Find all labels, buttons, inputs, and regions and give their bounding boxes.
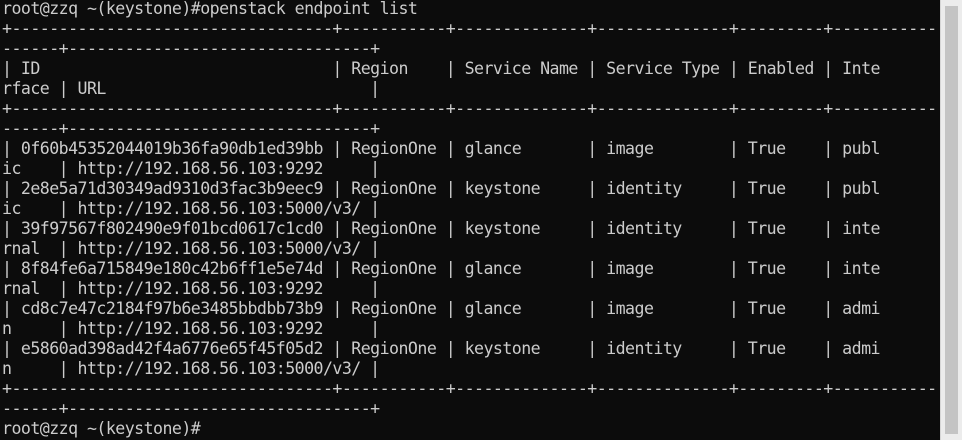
table-border: +----------------------------------+----… <box>2 379 937 398</box>
table-row: n | http://192.168.56.103:9292 | <box>2 319 380 338</box>
table-border: +----------------------------------+----… <box>2 99 937 118</box>
table-row: rnal | http://192.168.56.103:9292 | <box>2 279 380 298</box>
table-row: n | http://192.168.56.103:5000/v3/ | <box>2 359 380 378</box>
table-row: | 39f97567f802490e9f01bcd0617c1cd0 | Reg… <box>2 219 881 238</box>
scrollbar-thumb[interactable] <box>945 6 958 434</box>
command-line: root@zzq ~(keystone)#openstack endpoint … <box>2 0 418 18</box>
table-row: | e5860ad398ad42f4a6776e65f45f05d2 | Reg… <box>2 339 881 358</box>
table-border: ------+--------------------------------+ <box>2 119 380 138</box>
table-border: ------+--------------------------------+ <box>2 399 380 418</box>
table-border: ------+--------------------------------+ <box>2 39 380 58</box>
table-row: | 8f84fe6a715849e180c42b6ff1e5e74d | Reg… <box>2 259 881 278</box>
vertical-scrollbar[interactable] <box>940 0 962 440</box>
table-row: | 0f60b45352044019b36fa90db1ed39bb | Reg… <box>2 139 881 158</box>
table-header: rface | URL | <box>2 79 380 98</box>
terminal-window[interactable]: root@zzq ~(keystone)#openstack endpoint … <box>0 0 940 440</box>
table-header: | ID | Region | Service Name | Service T… <box>2 59 881 78</box>
table-row: ic | http://192.168.56.103:9292 | <box>2 159 380 178</box>
table-row: ic | http://192.168.56.103:5000/v3/ | <box>2 199 380 218</box>
table-border: +----------------------------------+----… <box>2 19 937 38</box>
table-row: | cd8c7e47c2184f97b6e3485bbdbb73b9 | Reg… <box>2 299 881 318</box>
shell-prompt[interactable]: root@zzq ~(keystone)# <box>2 419 201 439</box>
table-row: rnal | http://192.168.56.103:5000/v3/ | <box>2 239 380 258</box>
table-row: | 2e8e5a71d30349ad9310d3fac3b9eec9 | Reg… <box>2 179 881 198</box>
